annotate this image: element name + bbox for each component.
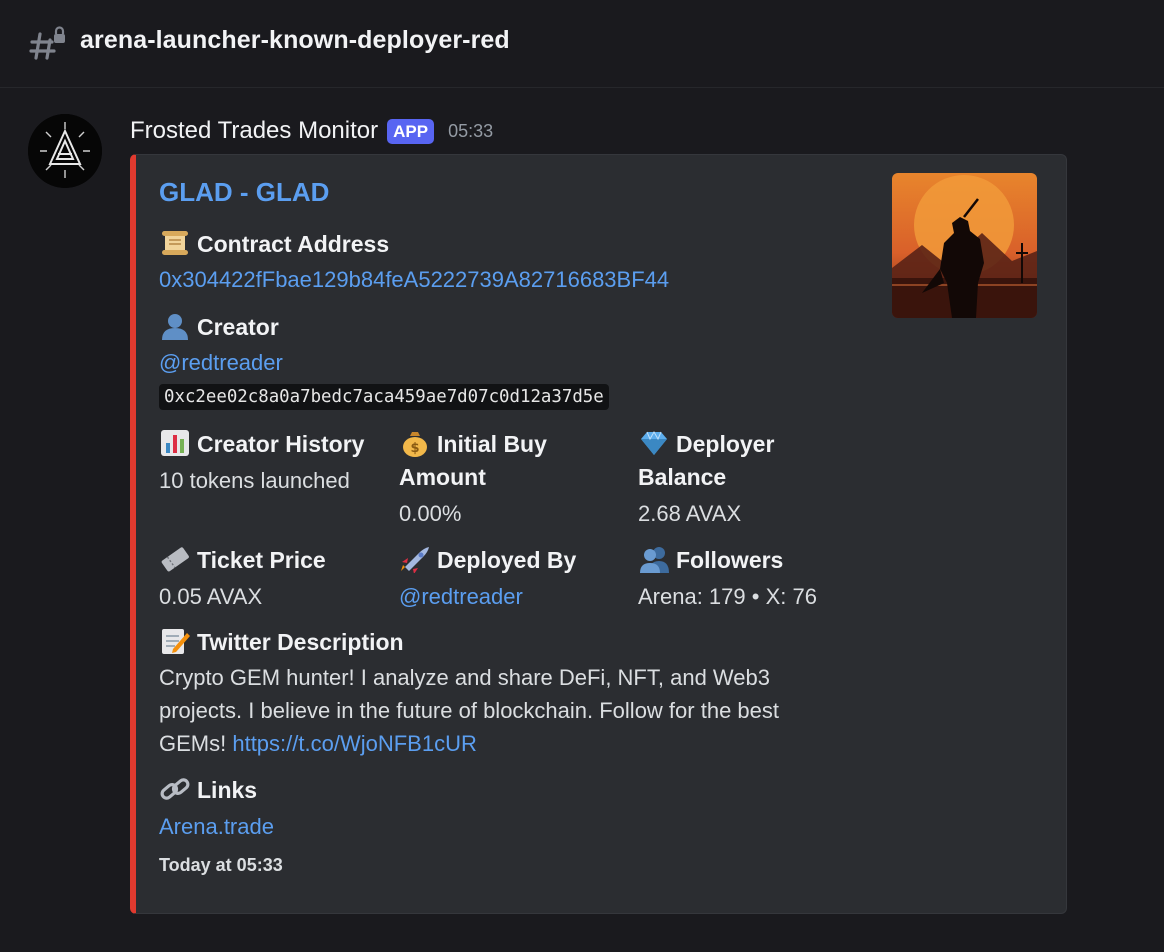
field-label: Twitter Description (197, 629, 404, 655)
samurai-image-icon (892, 173, 1037, 318)
embed-title[interactable]: GLAD - GLAD (159, 177, 329, 208)
description-text: GEMs! (159, 731, 233, 756)
app-badge: APP (387, 118, 435, 144)
twitter-description-text: Crypto GEM hunter! I analyze and share D… (159, 661, 859, 760)
bar-chart-icon (161, 430, 189, 456)
field-label: Contract Address (197, 231, 390, 257)
arena-trade-link[interactable]: Arena.trade (159, 810, 274, 843)
link-icon (160, 778, 190, 800)
svg-text:$: $ (410, 441, 419, 456)
deployer-balance-value: 2.68 AVAX (638, 501, 742, 526)
field-ticket-price: Ticket Price (159, 544, 326, 577)
channel-name[interactable]: arena-launcher-known-deployer-red (80, 26, 510, 55)
embed-footer-timestamp: Today at 05:33 (159, 855, 283, 875)
field-label: Links (197, 777, 258, 803)
message-timestamp[interactable]: 05:33 (448, 121, 493, 142)
field-deployer-balance-line2: Balance (638, 464, 727, 490)
field-label: Creator History (197, 431, 365, 457)
gem-icon (641, 430, 667, 455)
author-name[interactable]: Frosted Trades Monitor (130, 117, 378, 145)
contract-address-link[interactable]: 0x304422fFbae129b84feA5222739A82716683BF… (159, 263, 669, 296)
initial-buy-value: 0.00% (399, 501, 462, 526)
field-label: Deployer (676, 431, 775, 457)
bot-logo-icon (28, 114, 102, 188)
hash-lock-icon (29, 26, 65, 60)
twitter-url-link[interactable]: https://t.co/WjoNFB1cUR (232, 731, 477, 756)
channel-header: arena-launcher-known-deployer-red (0, 0, 1164, 88)
ticket-icon (161, 547, 189, 572)
creator-handle-link[interactable]: @redtreader (159, 346, 283, 379)
field-label: Creator (197, 314, 279, 340)
field-label: Followers (676, 547, 784, 573)
field-deployed-by: Deployed By (399, 544, 576, 577)
field-initial-buy: $ Initial Buy (399, 428, 547, 461)
deployed-by-link[interactable]: @redtreader (399, 580, 523, 613)
field-deployer-balance: Deployer (638, 428, 774, 461)
person-icon (162, 314, 188, 340)
field-twitter-description: Twitter Description (159, 626, 404, 659)
creator-history-value: 10 tokens launched (159, 468, 350, 493)
people-icon (640, 547, 669, 573)
field-label: Ticket Price (197, 547, 326, 573)
message-header: Frosted Trades Monitor APP 05:33 (130, 114, 493, 148)
embed-thumbnail[interactable] (892, 173, 1037, 318)
field-contract-address: Contract Address (159, 228, 389, 261)
description-line: GEMs! https://t.co/WjoNFB1cUR (159, 727, 859, 760)
money-bag-icon: $ (403, 432, 427, 457)
field-followers: Followers (638, 544, 783, 577)
field-creator-history: Creator History (159, 428, 364, 461)
followers-value: Arena: 179 • X: 76 (638, 584, 817, 609)
description-line: Crypto GEM hunter! I analyze and share D… (159, 665, 770, 690)
scroll-icon (162, 231, 188, 255)
embed-card: GLAD - GLAD Contract Address 0x304422fFb… (130, 154, 1067, 914)
creator-address-code: 0xc2ee02c8a0a7bedc7aca459ae7d07c0d12a37d… (159, 384, 609, 410)
description-line: projects. I believe in the future of blo… (159, 698, 779, 723)
field-creator: Creator (159, 311, 279, 344)
field-label: Deployed By (437, 547, 577, 573)
field-label: Initial Buy (437, 431, 547, 457)
field-links: Links (159, 774, 257, 807)
rocket-icon (401, 547, 429, 573)
ticket-price-value: 0.05 AVAX (159, 584, 263, 609)
avatar[interactable] (28, 114, 102, 188)
memo-icon (162, 629, 190, 654)
field-initial-buy-line2: Amount (399, 464, 486, 490)
